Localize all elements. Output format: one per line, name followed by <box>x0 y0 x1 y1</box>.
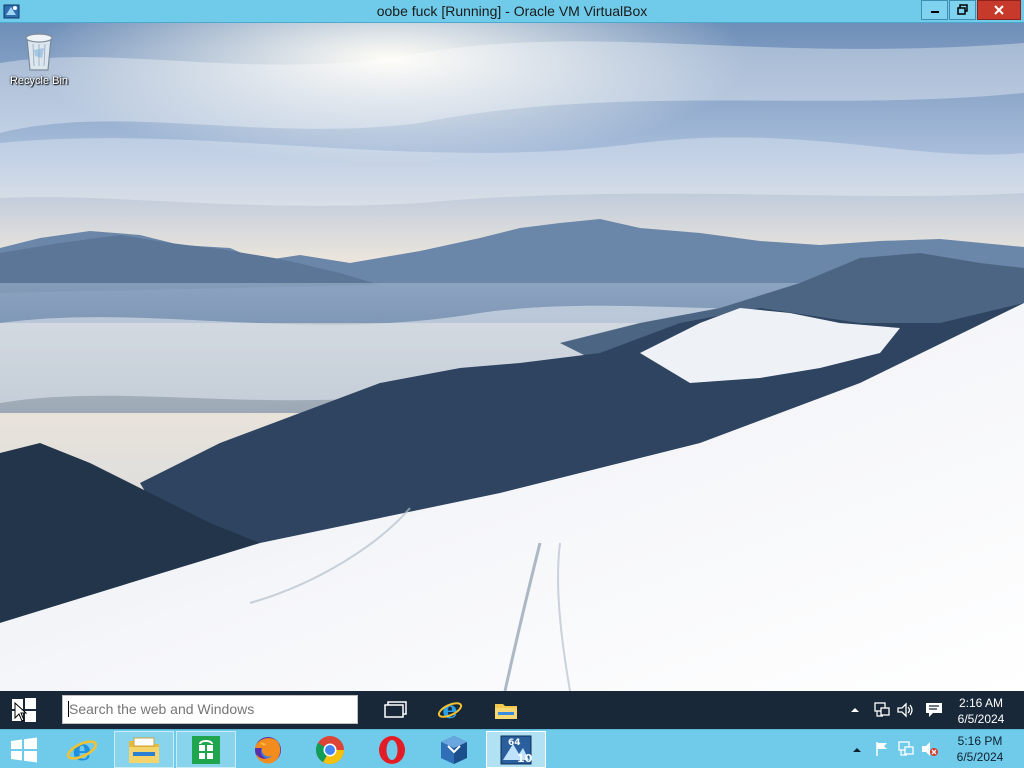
host-date: 6/5/2024 <box>956 750 1004 764</box>
search-placeholder: Search the web and Windows <box>69 701 255 717</box>
guest-file-explorer-button[interactable] <box>484 691 528 729</box>
vbox-title-bar[interactable]: oobe fuck [Running] - Oracle VM VirtualB… <box>0 0 1024 23</box>
snowy-mountain-wallpaper <box>0 23 1024 691</box>
guest-date: 6/5/2024 <box>957 712 1005 726</box>
file-explorer-icon <box>495 704 517 719</box>
host-network-button[interactable] <box>896 740 916 758</box>
host-vm-window-button[interactable]: 64 10 <box>486 731 546 768</box>
task-view-icon <box>384 701 407 718</box>
store-icon <box>192 735 220 764</box>
host-clock[interactable]: 5:16 PM 6/5/2024 <box>948 733 1012 765</box>
chevron-up-icon <box>853 748 861 752</box>
host-taskbar: e 64 10 5:16 PM 6/5/2024 <box>0 729 1024 768</box>
windows-logo-icon <box>11 737 37 762</box>
host-file-explorer-button[interactable] <box>114 731 174 768</box>
guest-volume-button[interactable] <box>896 701 916 719</box>
recycle-bin-label: Recycle Bin <box>9 75 69 87</box>
host-opera-button[interactable] <box>362 731 422 768</box>
close-button[interactable] <box>977 0 1021 20</box>
guest-action-center-button[interactable] <box>924 701 944 719</box>
host-chrome-button[interactable] <box>300 731 360 768</box>
restore-icon <box>956 4 968 15</box>
host-internet-explorer-button[interactable]: e <box>52 731 112 768</box>
guest-taskbar: Search the web and Windows e 2:16 AM 6/5… <box>0 691 1024 729</box>
search-input[interactable]: Search the web and Windows <box>62 695 358 724</box>
restore-button[interactable] <box>949 0 976 20</box>
guest-show-hidden-icons-button[interactable] <box>846 702 864 718</box>
mouse-cursor-icon <box>14 702 28 722</box>
recycle-bin-shortcut[interactable]: Recycle Bin <box>6 28 72 87</box>
chrome-icon <box>316 735 344 764</box>
host-firefox-button[interactable] <box>238 731 298 768</box>
host-start-button[interactable] <box>0 731 48 768</box>
network-icon <box>874 702 890 717</box>
svg-text:e: e <box>72 734 91 766</box>
host-volume-button[interactable] <box>920 740 940 758</box>
host-show-hidden-icons-button[interactable] <box>848 742 866 758</box>
host-store-button[interactable] <box>176 731 236 768</box>
network-icon <box>898 741 914 756</box>
host-virtualbox-button[interactable] <box>424 731 484 768</box>
action-center-icon <box>926 703 942 717</box>
guest-time: 2:16 AM <box>958 696 1004 710</box>
file-explorer-icon <box>129 737 159 763</box>
recycle-bin-icon <box>25 33 53 71</box>
minimize-button[interactable] <box>921 0 948 20</box>
opera-icon <box>379 735 405 764</box>
volume-icon <box>897 702 913 718</box>
flag-icon <box>876 742 887 756</box>
volume-muted-icon <box>922 742 938 756</box>
guest-desktop[interactable]: Recycle Bin <box>0 23 1024 691</box>
task-view-button[interactable] <box>374 691 418 729</box>
svg-text:e: e <box>442 697 457 723</box>
internet-explorer-icon: e <box>437 697 463 723</box>
vm-badge-top: 64 <box>508 738 521 748</box>
host-action-center-button[interactable] <box>872 740 892 758</box>
chevron-up-icon <box>851 708 859 712</box>
window-title: oobe fuck [Running] - Oracle VM VirtualB… <box>376 3 648 19</box>
guest-clock[interactable]: 2:16 AM 6/5/2024 <box>950 695 1012 727</box>
virtualbox-icon <box>441 735 467 764</box>
close-icon <box>994 5 1004 15</box>
internet-explorer-icon: e <box>66 734 98 766</box>
host-time: 5:16 PM <box>957 734 1003 748</box>
guest-internet-explorer-button[interactable]: e <box>428 691 472 729</box>
vm-window-icon: 64 10 <box>500 735 533 765</box>
vm-badge-bottom: 10 <box>517 752 533 765</box>
firefox-icon <box>255 736 281 763</box>
minimize-icon <box>930 11 939 13</box>
guest-network-button[interactable] <box>872 701 892 719</box>
